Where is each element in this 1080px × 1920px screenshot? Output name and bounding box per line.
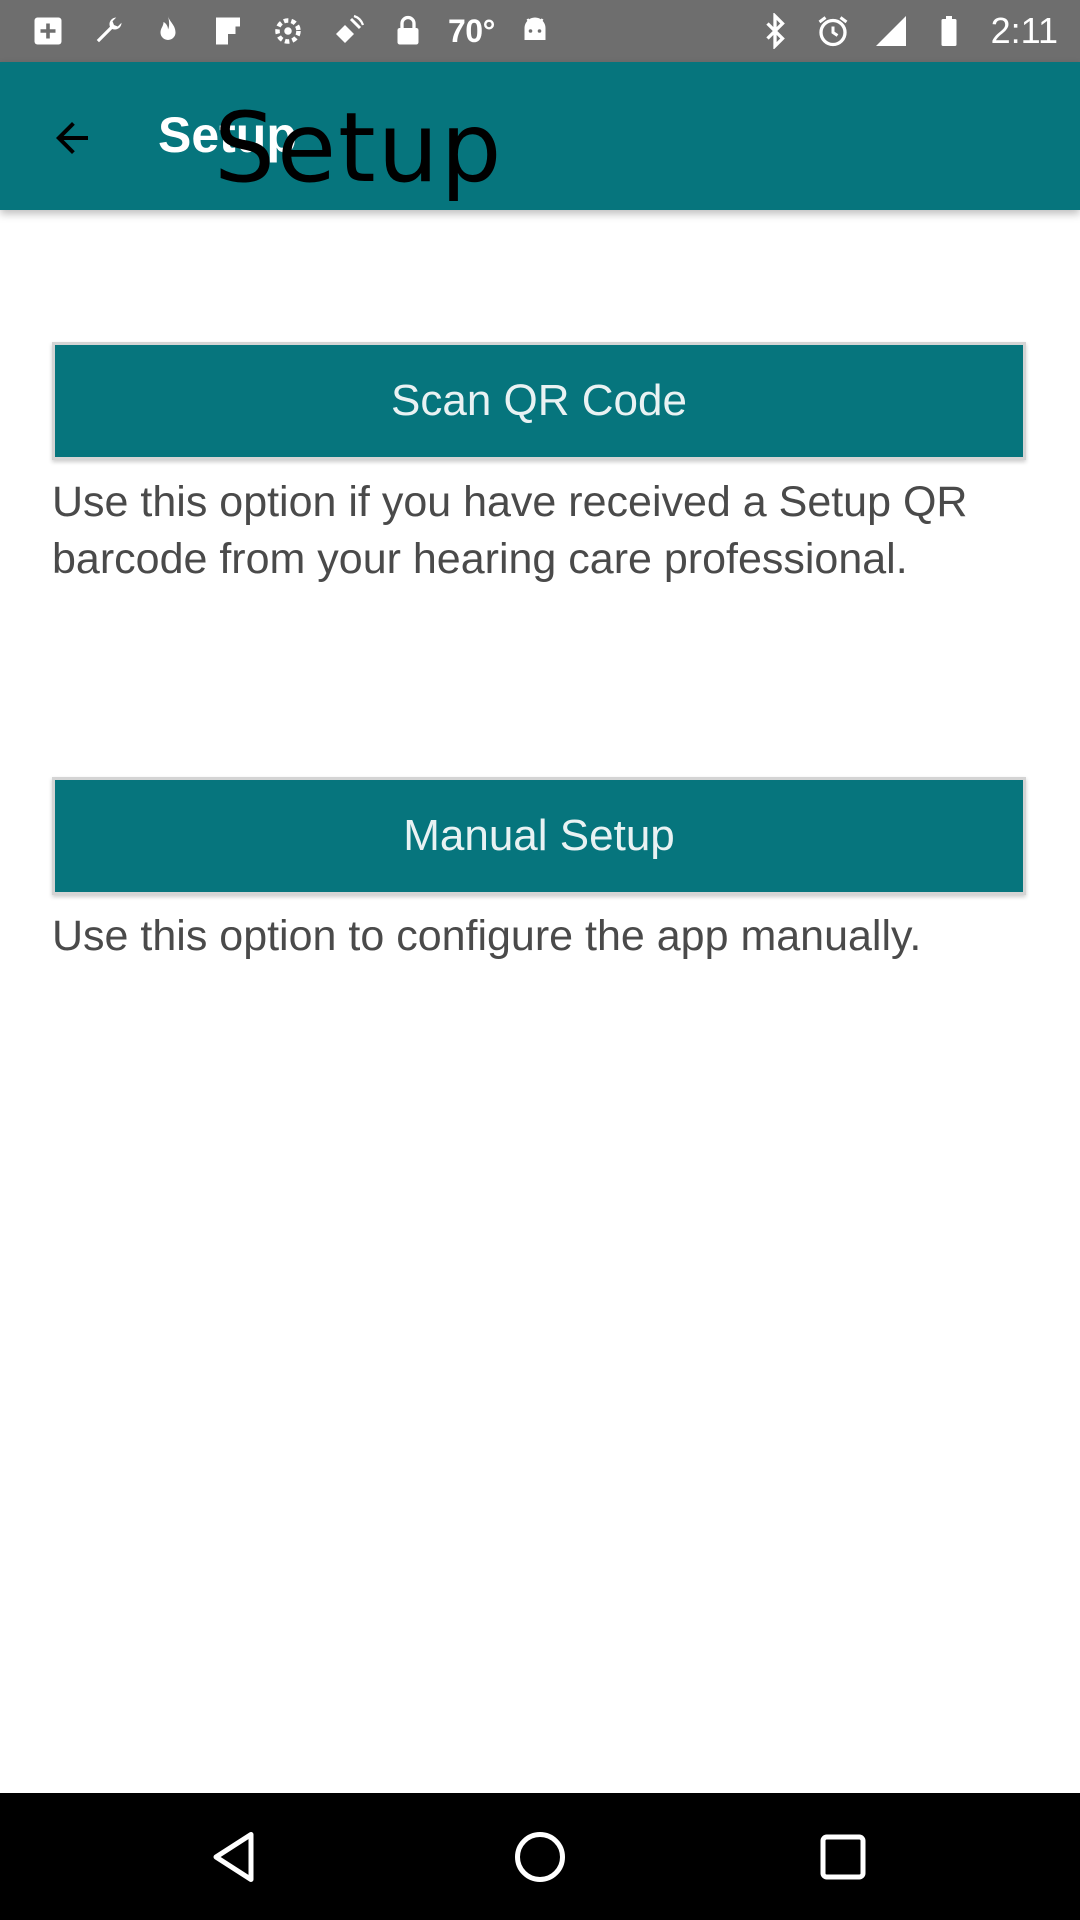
home-circle-icon [515,1832,565,1882]
scan-qr-code-button[interactable]: Scan QR Code [52,342,1026,460]
arrow-back-icon [56,122,88,154]
signal-icon [871,11,911,51]
alarm-icon [813,11,853,51]
fake-gps-satellite-icon [328,11,368,51]
screen: 70° 2:11 Setup Setup Scan QR Code Use th… [0,0,1080,1920]
app-bar: Setup [0,62,1080,210]
manual-setup-description: Use this option to configure the app man… [52,912,922,960]
recents-square-icon [820,1834,866,1880]
settings-icon [268,11,308,51]
status-left-icons: 70° [28,0,555,62]
android-icon [515,11,555,51]
manual-setup-button[interactable]: Manual Setup [52,777,1026,895]
overlay-title-text: Setup [214,92,504,204]
nav-back-button[interactable] [196,1817,276,1897]
back-triangle-icon [213,1832,254,1882]
status-bar: 70° 2:11 [0,0,1080,62]
add-box-icon [28,11,68,51]
lock-icon [388,11,428,51]
status-right-icons: 2:11 [755,0,1058,62]
nav-recents-button[interactable] [803,1817,883,1897]
flipboard-icon [208,11,248,51]
flame-icon [148,11,188,51]
back-button[interactable] [38,104,106,172]
wrench-icon [88,11,128,51]
nav-home-button[interactable] [500,1817,580,1897]
system-navigation-bar [0,1793,1080,1920]
battery-icon [929,11,969,51]
scan-qr-code-description: Use this option if you have received a S… [52,478,968,583]
clock-text: 2:11 [990,10,1058,51]
bluetooth-icon [755,11,795,51]
temperature-text: 70° [448,12,495,49]
